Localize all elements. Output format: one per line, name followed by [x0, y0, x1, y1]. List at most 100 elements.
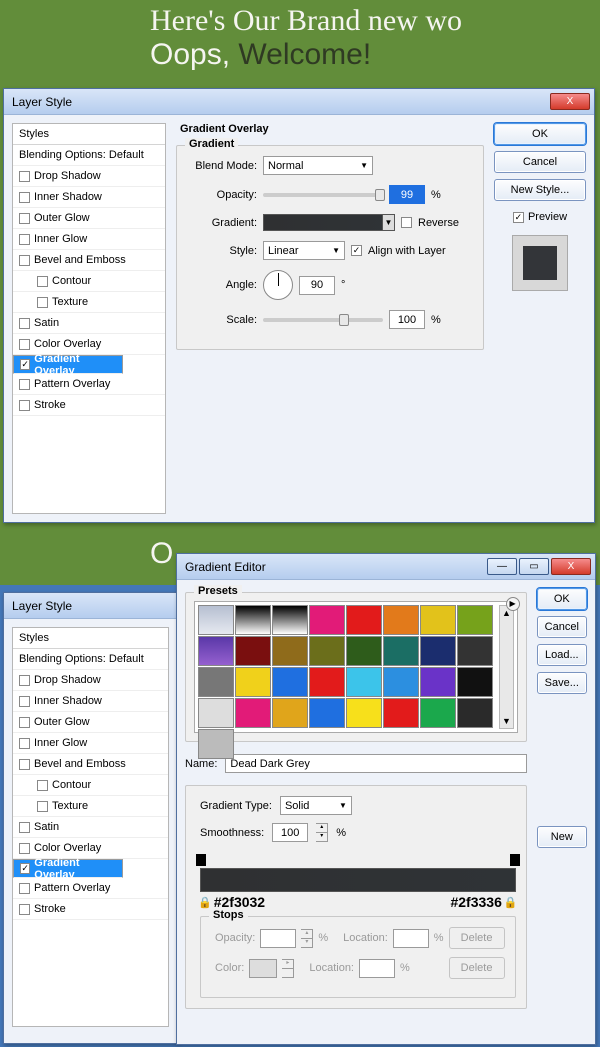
style-checkbox[interactable]: [19, 213, 30, 224]
cancel-button[interactable]: Cancel: [494, 151, 586, 173]
preset-swatch[interactable]: [198, 636, 234, 666]
style-item-contour[interactable]: Contour: [13, 775, 168, 796]
style-item-drop-shadow[interactable]: Drop Shadow: [13, 166, 165, 187]
style-item-gradient-overlay[interactable]: ✓Gradient Overlay: [13, 859, 123, 878]
preset-swatch[interactable]: [235, 605, 271, 635]
smoothness-input[interactable]: [272, 823, 308, 842]
window-titlebar[interactable]: Layer Style: [4, 593, 177, 619]
preset-swatch[interactable]: [420, 698, 456, 728]
style-checkbox[interactable]: [19, 822, 30, 833]
preset-swatch[interactable]: [235, 698, 271, 728]
preset-swatch[interactable]: [198, 729, 234, 759]
style-checkbox[interactable]: [19, 904, 30, 915]
opacity-stop-right[interactable]: [510, 854, 520, 866]
preset-swatch[interactable]: [383, 636, 419, 666]
style-item-bevel-and-emboss[interactable]: Bevel and Emboss: [13, 250, 165, 271]
name-input[interactable]: [225, 754, 526, 773]
scrollbar[interactable]: ▲▼: [499, 605, 513, 729]
close-icon[interactable]: X: [550, 93, 590, 110]
angle-dial[interactable]: [263, 270, 293, 300]
style-item-stroke[interactable]: Stroke: [13, 899, 168, 920]
opacity-stop-left[interactable]: [196, 854, 206, 866]
styles-header[interactable]: Styles: [13, 124, 165, 145]
style-checkbox[interactable]: [19, 883, 30, 894]
style-item-texture[interactable]: Texture: [13, 796, 168, 817]
style-checkbox[interactable]: [19, 379, 30, 390]
style-item-drop-shadow[interactable]: Drop Shadow: [13, 670, 168, 691]
preset-swatch[interactable]: [235, 636, 271, 666]
style-item-inner-shadow[interactable]: Inner Shadow: [13, 691, 168, 712]
style-item-outer-glow[interactable]: Outer Glow: [13, 208, 165, 229]
style-item-bevel-and-emboss[interactable]: Bevel and Emboss: [13, 754, 168, 775]
preset-swatch[interactable]: [272, 667, 308, 697]
style-item-inner-glow[interactable]: Inner Glow: [13, 229, 165, 250]
style-item-satin[interactable]: Satin: [13, 817, 168, 838]
save-button[interactable]: Save...: [537, 672, 587, 694]
presets-menu-icon[interactable]: ▶: [506, 597, 520, 611]
preset-swatch[interactable]: [346, 667, 382, 697]
gradient-picker[interactable]: ▼: [263, 214, 395, 231]
style-checkbox[interactable]: ✓: [20, 359, 30, 370]
preset-swatch[interactable]: [346, 698, 382, 728]
style-item-texture[interactable]: Texture: [13, 292, 165, 313]
style-checkbox[interactable]: [19, 339, 30, 350]
reverse-checkbox[interactable]: [401, 217, 412, 228]
preset-swatch[interactable]: [309, 667, 345, 697]
opacity-input[interactable]: [389, 185, 425, 204]
preset-swatch[interactable]: [457, 605, 493, 635]
preset-swatch[interactable]: [383, 698, 419, 728]
align-checkbox[interactable]: ✓: [351, 245, 362, 256]
preset-swatch[interactable]: [457, 667, 493, 697]
new-style-button[interactable]: New Style...: [494, 179, 586, 201]
styles-header[interactable]: Styles: [13, 628, 168, 649]
preset-swatch[interactable]: [420, 636, 456, 666]
preset-swatch[interactable]: [309, 636, 345, 666]
style-checkbox[interactable]: [37, 801, 48, 812]
preset-swatch[interactable]: [272, 636, 308, 666]
preset-swatch[interactable]: [272, 605, 308, 635]
style-checkbox[interactable]: [19, 234, 30, 245]
style-checkbox[interactable]: [19, 738, 30, 749]
preset-swatch[interactable]: [235, 667, 271, 697]
style-checkbox[interactable]: [37, 297, 48, 308]
style-checkbox[interactable]: [19, 759, 30, 770]
style-checkbox[interactable]: [19, 171, 30, 182]
preset-swatch[interactable]: [309, 698, 345, 728]
color-stop-right[interactable]: #2f3336🔒: [450, 894, 517, 910]
style-checkbox[interactable]: ✓: [20, 863, 30, 874]
gradient-bar[interactable]: 🔒#2f3032 #2f3336🔒: [200, 850, 516, 914]
preset-swatch[interactable]: [457, 698, 493, 728]
style-checkbox[interactable]: [19, 675, 30, 686]
cancel-button[interactable]: Cancel: [537, 616, 587, 638]
style-checkbox[interactable]: [37, 276, 48, 287]
preset-swatch[interactable]: [420, 667, 456, 697]
window-titlebar[interactable]: Gradient Editor — ▭ X: [177, 554, 595, 580]
preset-swatch[interactable]: [346, 636, 382, 666]
style-item-pattern-overlay[interactable]: Pattern Overlay: [13, 878, 168, 899]
blending-options[interactable]: Blending Options: Default: [13, 145, 165, 166]
new-button[interactable]: New: [537, 826, 587, 848]
preset-swatch[interactable]: [198, 698, 234, 728]
blend-mode-select[interactable]: Normal▼: [263, 156, 373, 175]
scale-input[interactable]: [389, 310, 425, 329]
style-checkbox[interactable]: [19, 255, 30, 266]
window-titlebar[interactable]: Layer Style X: [4, 89, 594, 115]
preset-swatch[interactable]: [309, 605, 345, 635]
ok-button[interactable]: OK: [537, 588, 587, 610]
style-select[interactable]: Linear▼: [263, 241, 345, 260]
preset-swatch[interactable]: [346, 605, 382, 635]
style-checkbox[interactable]: [19, 696, 30, 707]
style-item-outer-glow[interactable]: Outer Glow: [13, 712, 168, 733]
style-checkbox[interactable]: [19, 717, 30, 728]
style-checkbox[interactable]: [19, 318, 30, 329]
close-icon[interactable]: X: [551, 558, 591, 575]
style-checkbox[interactable]: [37, 780, 48, 791]
style-item-satin[interactable]: Satin: [13, 313, 165, 334]
scale-slider[interactable]: [263, 318, 383, 322]
minimize-icon[interactable]: —: [487, 558, 517, 575]
style-item-inner-glow[interactable]: Inner Glow: [13, 733, 168, 754]
style-item-contour[interactable]: Contour: [13, 271, 165, 292]
preset-swatch[interactable]: [383, 605, 419, 635]
color-stop-left[interactable]: 🔒#2f3032: [198, 894, 265, 910]
opacity-slider[interactable]: [263, 193, 383, 197]
